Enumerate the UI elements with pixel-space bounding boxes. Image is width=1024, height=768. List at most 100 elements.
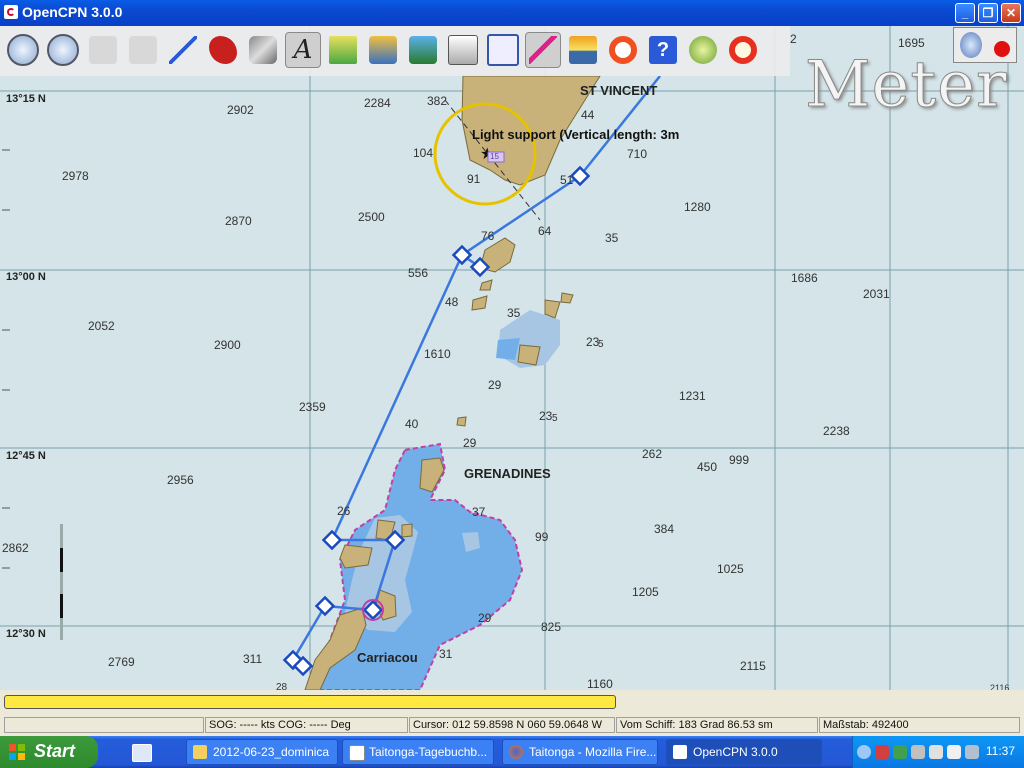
status-empty-cell (4, 717, 204, 733)
system-tray: 11:37 (852, 736, 1024, 768)
status-sog-cog: SOG: ----- kts COG: ----- Deg (205, 717, 408, 733)
depth-sounding: 48 (445, 295, 459, 309)
ais-button[interactable] (685, 32, 721, 68)
place-carriacou: Carriacou (357, 650, 418, 665)
depth-sounding: 91 (467, 172, 481, 186)
help-button[interactable]: ? (645, 32, 681, 68)
depth-sounding: 710 (627, 147, 648, 161)
depth-sounding: 2956 (167, 473, 194, 487)
depth-sounding: 99 (535, 530, 549, 544)
create-route-button[interactable] (165, 32, 201, 68)
windows-taskbar: Start 2012-06-23_dominica Taitonga-Tageb… (0, 736, 1024, 768)
tray-expand-icon[interactable] (857, 745, 871, 759)
quicklaunch-show-desktop-icon[interactable] (132, 744, 152, 762)
object-info-tooltip: Light support (Vertical length: 3m (472, 127, 680, 142)
tide-button[interactable] (325, 32, 361, 68)
depth-sounding: 35 (507, 306, 521, 320)
taskbar-item-label: OpenCPN 3.0.0 (693, 745, 778, 759)
tray-app-icon[interactable] (893, 745, 907, 759)
depth-sounding: 5 (552, 413, 558, 424)
taskbar-clock[interactable]: 11:37 (986, 744, 1015, 758)
settings-tool-button[interactable] (245, 32, 281, 68)
track-button[interactable] (525, 32, 561, 68)
lat-label-1300: 13°00 N (6, 271, 46, 283)
chart-graphics: ★ (0, 26, 1024, 690)
taskbar-item-label: Taitonga-Tagebuchb... (369, 745, 488, 759)
lifebuoy-button[interactable] (725, 32, 761, 68)
depth-sounding: 1280 (684, 200, 711, 214)
taskbar-item-document[interactable]: Taitonga-Tagebuchb... (342, 739, 494, 765)
tray-monitor-icon[interactable] (965, 745, 979, 759)
print-button[interactable] (445, 32, 481, 68)
depth-sounding: 2862 (2, 541, 29, 555)
start-button[interactable]: Start (0, 736, 98, 768)
depth-sounding: 44 (581, 108, 595, 122)
tray-wifi-icon[interactable] (929, 745, 943, 759)
taskbar-item-folder[interactable]: 2012-06-23_dominica (186, 739, 338, 765)
depth-sounding: 23 (539, 409, 553, 423)
current-button[interactable] (365, 32, 401, 68)
status-from-ship: Vom Schiff: 183 Grad 86.53 sm (616, 717, 818, 733)
depth-sounding: 35 (605, 231, 619, 245)
depth-sounding: 556 (408, 266, 429, 280)
lat-label-1245: 12°45 N (6, 450, 46, 462)
depth-sounding: 1686 (791, 271, 818, 285)
depth-sounding: 104 (413, 146, 434, 160)
minimize-button[interactable]: _ (955, 3, 975, 23)
opencpn-app-icon (4, 5, 18, 19)
zoom-in-button[interactable] (5, 32, 41, 68)
depth-sounding: 1231 (679, 389, 706, 403)
status-bar: SOG: ----- kts COG: ----- Deg Cursor: 01… (0, 716, 1024, 736)
taskbar-item-opencpn[interactable]: OpenCPN 3.0.0 (666, 739, 822, 765)
tray-volume-icon[interactable] (947, 745, 961, 759)
depth-sounding: 40 (405, 417, 419, 431)
auto-follow-ship-button[interactable] (205, 32, 241, 68)
tray-network-icon[interactable] (911, 745, 925, 759)
depth-sounding: 26 (337, 504, 351, 518)
depth-sounding: 2769 (108, 655, 135, 669)
tray-security-icon[interactable] (875, 745, 889, 759)
close-button[interactable]: ✕ (1001, 3, 1021, 23)
depth-sounding: 1695 (898, 36, 925, 50)
place-grenadines: GRENADINES (464, 466, 551, 481)
zoom-out-button[interactable] (45, 32, 81, 68)
status-cursor-position: Cursor: 012 59.8598 N 060 59.0648 W (409, 717, 615, 733)
depth-sounding: 825 (541, 620, 562, 634)
depth-sounding: 2031 (863, 287, 890, 301)
firefox-icon (509, 745, 523, 759)
chart-scale-bar (60, 524, 63, 640)
chart-load-progress-bar (4, 695, 616, 709)
depth-sounding: 2870 (225, 214, 252, 228)
windows-logo-icon (9, 744, 25, 760)
start-label: Start (34, 741, 76, 761)
depth-unit-label: Meter (805, 48, 1008, 123)
land-union (419, 457, 445, 493)
maximize-button[interactable]: ❐ (978, 3, 998, 23)
scale-in-button[interactable] (85, 32, 121, 68)
depth-sounding: 31 (439, 647, 453, 661)
window-title: OpenCPN 3.0.0 (22, 4, 123, 20)
text-toggle-button[interactable]: A (285, 32, 321, 68)
depth-sounding: 29 (463, 436, 477, 450)
quilt-button[interactable] (405, 32, 441, 68)
chart-canvas[interactable]: ★ A ? 2 Meter ST VINCENT GRENADINES Carr… (0, 26, 1024, 690)
depth-sounding: 2284 (364, 96, 391, 110)
main-toolbar: A ? (0, 26, 790, 76)
progress-area (0, 690, 1024, 716)
depth-sounding: 1205 (632, 585, 659, 599)
depth-sounding: 450 (697, 460, 718, 474)
mob-button[interactable] (605, 32, 641, 68)
opencpn-icon (673, 745, 687, 759)
depth-sounding: 384 (654, 522, 675, 536)
status-scale: Maßstab: 492400 (819, 717, 1020, 733)
taskbar-item-label: Taitonga - Mozilla Fire... (529, 745, 657, 759)
depth-sounding: 999 (729, 453, 750, 467)
scale-out-button[interactable] (125, 32, 161, 68)
depth-sounding: 2052 (88, 319, 115, 333)
route-manager-button[interactable] (485, 32, 521, 68)
taskbar-item-firefox[interactable]: Taitonga - Mozilla Fire... (502, 739, 658, 765)
lat-label-1230: 12°30 N (6, 628, 46, 640)
depth-sounding: 29 (478, 611, 492, 625)
day-night-button[interactable] (565, 32, 601, 68)
folder-icon (193, 745, 207, 759)
